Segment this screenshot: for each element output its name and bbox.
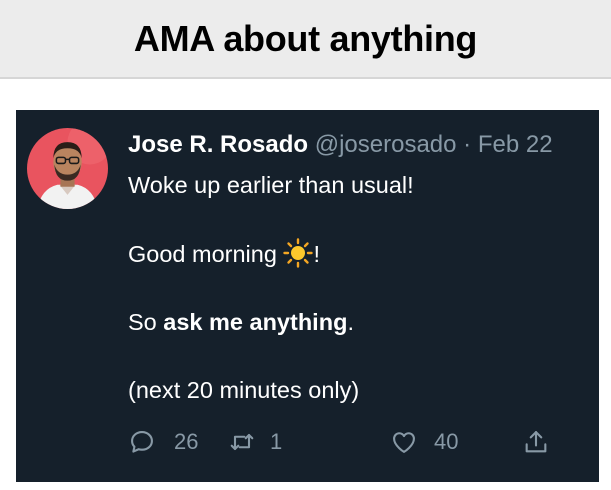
author-name[interactable]: Jose R. Rosado xyxy=(128,131,308,158)
like-button[interactable]: 40 xyxy=(390,428,458,456)
tweet-line-1: Woke up earlier than usual! xyxy=(128,172,414,198)
retweet-count: 1 xyxy=(270,429,283,454)
page-title: AMA about anything xyxy=(133,17,478,59)
tweet-meta: Jose R. Rosado @joserosado · Feb 22 xyxy=(128,130,589,160)
avatar[interactable] xyxy=(27,128,108,209)
sun-icon xyxy=(283,238,314,268)
tweet-actions: 26 1 40 xyxy=(128,428,558,462)
retweet-button[interactable]: 1 xyxy=(228,428,282,456)
share-icon xyxy=(525,431,547,453)
exclamation-text: ! xyxy=(313,241,320,267)
reply-count: 26 xyxy=(174,429,199,454)
page-header: AMA about anything xyxy=(0,0,611,79)
avatar-image xyxy=(27,128,108,209)
tweet-date[interactable]: Feb 22 xyxy=(478,131,553,158)
so-text: So xyxy=(128,309,164,335)
meta-separator: · xyxy=(463,131,472,158)
greeting-text: Good morning xyxy=(128,241,284,267)
share-button[interactable] xyxy=(522,428,550,456)
tweet-text: Woke up earlier than usual! Good morning xyxy=(128,170,589,405)
tweet-line-3: So ask me anything. xyxy=(128,307,589,337)
author-handle[interactable]: @joserosado xyxy=(315,131,457,158)
heart-icon xyxy=(393,432,415,453)
tweet-content: Jose R. Rosado @joserosado · Feb 22 Woke… xyxy=(128,130,589,405)
like-count: 40 xyxy=(434,429,459,454)
tweet-card[interactable]: Jose R. Rosado @joserosado · Feb 22 Woke… xyxy=(16,110,599,482)
ask-me-anything-text: ask me anything xyxy=(163,309,348,335)
reply-icon xyxy=(131,431,153,453)
period-text: . xyxy=(347,309,354,335)
tweet-line-2: Good morning ! xyxy=(128,238,589,269)
reply-button[interactable]: 26 xyxy=(128,428,198,456)
retweet-icon xyxy=(230,433,254,451)
tweet-line-4: (next 20 minutes only) xyxy=(128,377,360,403)
